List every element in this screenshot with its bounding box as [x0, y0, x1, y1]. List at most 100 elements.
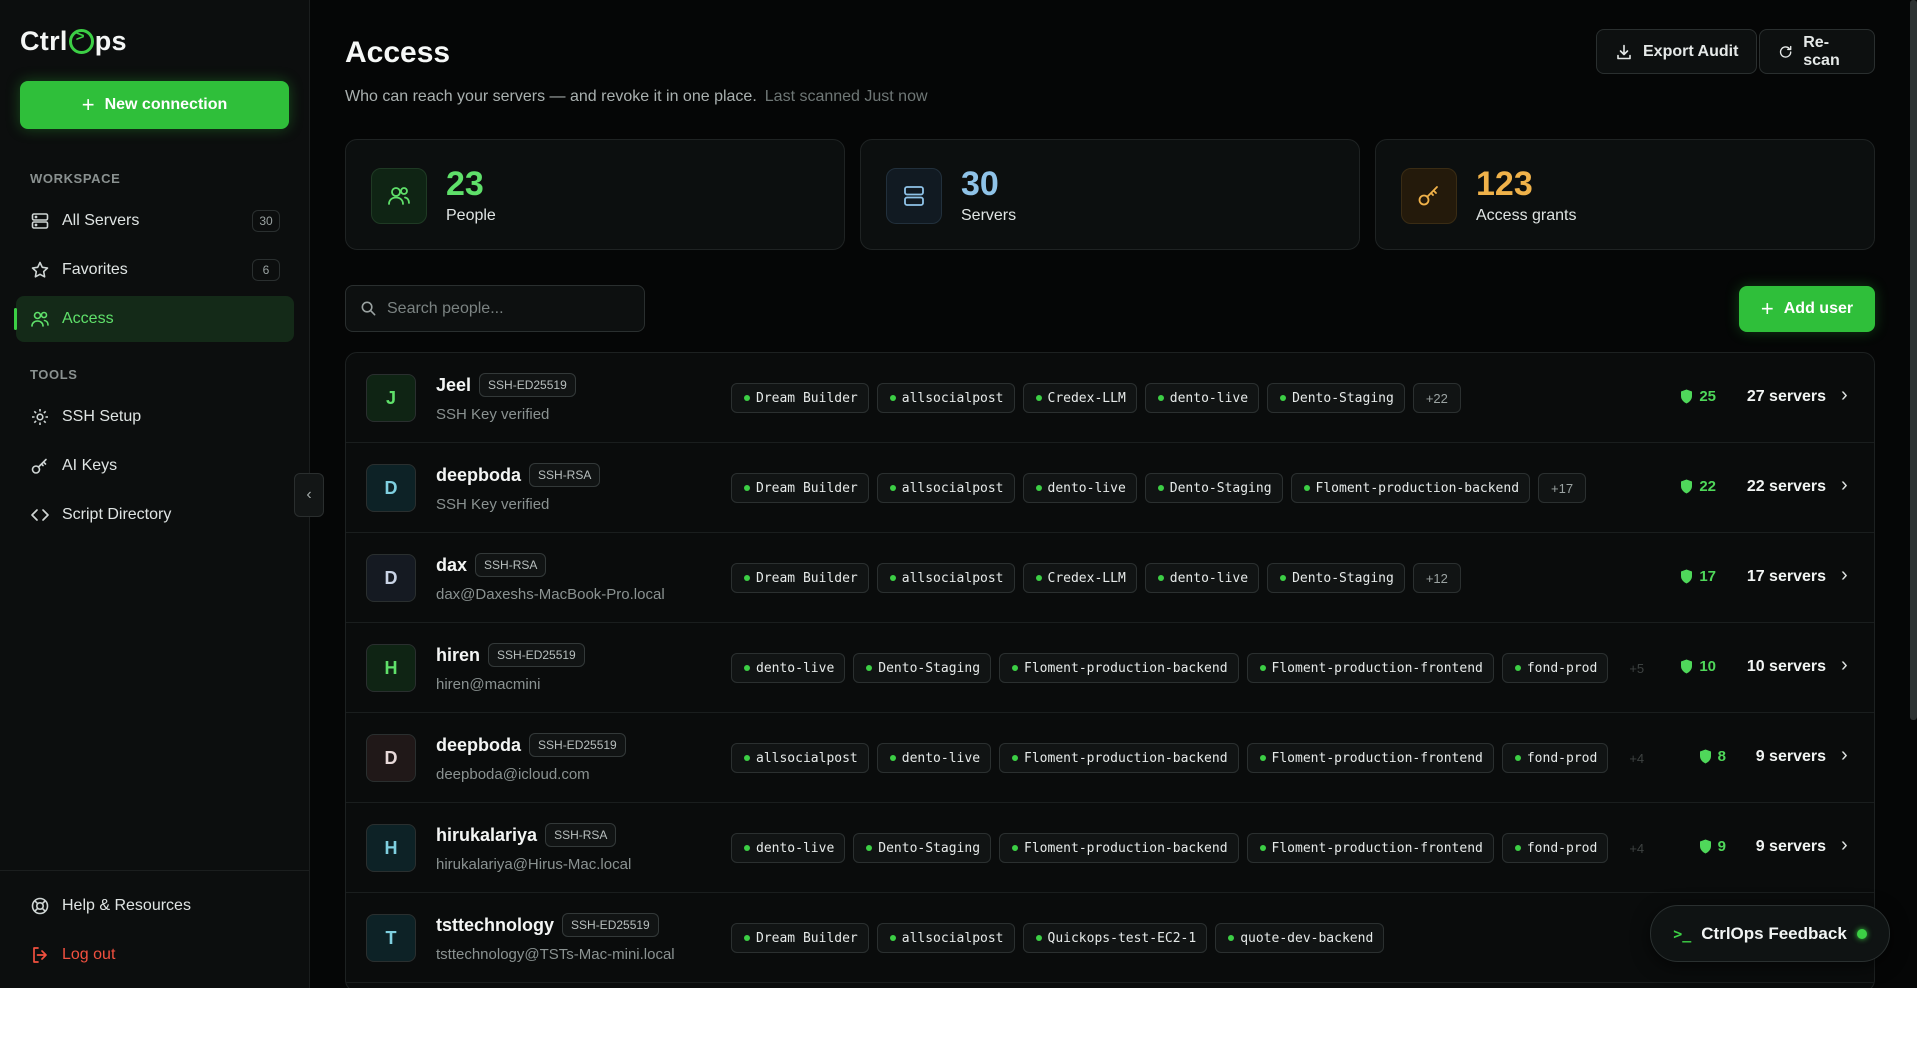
feedback-button[interactable]: >_ CtrlOps Feedback [1650, 905, 1890, 962]
server-tag[interactable]: dento-live [731, 833, 846, 863]
person-subtitle: SSH Key verified [436, 496, 550, 513]
server-tag[interactable]: dento-live [876, 743, 992, 773]
key-type-badge: SSH-RSA [475, 553, 547, 577]
server-tag[interactable]: allsocialpost [876, 473, 1015, 503]
download-icon [1617, 44, 1631, 59]
server-tag[interactable]: Dento-Staging [1267, 563, 1405, 593]
sidebar-item-all-servers[interactable]: All Servers 30 [16, 198, 294, 244]
person-row[interactable]: Ttsttechnology SSH-ED25519 tsttechnology@T… [346, 893, 1874, 983]
search-input[interactable] [387, 299, 617, 318]
server-tag-label: Credex-LLM [1047, 570, 1126, 586]
person-row[interactable]: Ddeepboda SSH-RSA SSH Key verified Dream Bu… [346, 443, 1874, 533]
sidebar-item-help[interactable]: Help & Resources [16, 883, 294, 929]
person-subtitle: dax@Daxeshs-MacBook-Pro.local [436, 586, 665, 603]
status-dot-icon [1259, 845, 1266, 851]
key-icon [1401, 168, 1457, 224]
status-dot-icon [1035, 485, 1042, 491]
server-tag[interactable]: Credex-LLM [1022, 563, 1137, 593]
plus-icon: + [81, 92, 95, 117]
server-tag-label: Dento-Staging [1292, 390, 1394, 406]
server-tag[interactable]: dento-live [731, 653, 846, 683]
chevron-right-icon[interactable]: › [1841, 474, 1848, 497]
chevron-right-icon[interactable]: › [1841, 564, 1848, 587]
server-tag[interactable]: dento-live [1022, 473, 1137, 503]
server-tag[interactable]: Dream Builder [731, 383, 869, 413]
more-servers-badge[interactable]: +17 [1538, 473, 1587, 503]
server-tag[interactable]: Floment-production-backend [999, 743, 1239, 773]
server-tag[interactable]: Floment-production-frontend [1246, 833, 1494, 863]
search-box[interactable] [345, 285, 645, 332]
collapse-sidebar-button[interactable]: ‹ [294, 473, 324, 517]
server-tag[interactable]: fond-prod [1501, 743, 1609, 773]
server-tag[interactable]: allsocialpost [876, 383, 1015, 413]
more-servers-badge[interactable]: +22 [1412, 383, 1461, 413]
sidebar-item-script-directory[interactable]: Script Directory [16, 492, 294, 538]
sidebar-item-ssh-setup[interactable]: SSH Setup [16, 394, 294, 440]
server-tag[interactable]: Dream Builder [731, 923, 869, 953]
logout-button[interactable]: Log out [16, 932, 294, 978]
server-tag[interactable]: dento-live [1144, 563, 1260, 593]
rescan-label: Re-scan [1803, 33, 1840, 69]
server-tag-label: Dento-Staging [1169, 480, 1272, 496]
export-audit-button[interactable]: Export Audit [1596, 29, 1758, 74]
refresh-icon [1779, 45, 1792, 58]
server-tag[interactable]: allsocialpost [876, 563, 1015, 593]
more-servers-badge[interactable]: +4 [1616, 743, 1657, 773]
server-tag[interactable]: fond-prod [1501, 833, 1609, 863]
chevron-right-icon[interactable]: › [1841, 834, 1848, 857]
page-scrollbar[interactable] [1910, 0, 1917, 720]
person-row[interactable]: J Jeel SSH-ED25519 SSH Key verified Dream Bu… [346, 353, 1874, 443]
ctrlops-logo[interactable]: Ctrlps [20, 26, 127, 57]
server-tag[interactable]: dento-live [1144, 383, 1260, 413]
status-dot-icon [1035, 395, 1042, 401]
person-row[interactable]: Ddeepboda SSH-ED25519 deepboda@icloud.com a… [346, 713, 1874, 803]
server-tag-label: Dream Builder [756, 480, 858, 496]
more-servers-badge[interactable]: +5 [1616, 653, 1657, 683]
more-servers-badge[interactable]: +4 [1616, 833, 1657, 863]
server-tag[interactable]: allsocialpost [876, 923, 1015, 953]
shield-icon [1681, 479, 1693, 494]
person-subtitle: hirukalariya@Hirus-Mac.local [436, 856, 632, 873]
status-dot-icon [866, 665, 873, 671]
more-servers-badge[interactable]: +12 [1412, 563, 1461, 593]
grant-count: 9 [1699, 838, 1726, 855]
sidebar-item-favorites[interactable]: Favorites 6 [16, 247, 294, 293]
status-dot-icon [744, 665, 750, 671]
add-user-button[interactable]: + Add user [1739, 286, 1875, 332]
person-row[interactable]: Ddax SSH-RSA dax@Daxeshs-MacBook-Pro.local… [346, 533, 1874, 623]
server-tag[interactable]: allsocialpost [731, 743, 869, 773]
sidebar: Ctrlps + New connection WORKSPACE All Se… [0, 0, 310, 988]
server-tag[interactable]: Floment-production-backend [999, 833, 1239, 863]
server-tag[interactable]: Floment-production-frontend [1246, 653, 1494, 683]
chevron-right-icon[interactable]: › [1841, 384, 1848, 407]
new-connection-button[interactable]: + New connection [20, 81, 289, 129]
server-tag[interactable]: quote-dev-backend [1215, 923, 1385, 953]
chevron-right-icon[interactable]: › [1841, 654, 1848, 677]
server-tag[interactable]: Floment-production-backend [1290, 473, 1531, 503]
server-tag[interactable]: Credex-LLM [1022, 383, 1137, 413]
server-tag[interactable]: fond-prod [1501, 653, 1609, 683]
server-tag[interactable]: Dento-Staging [853, 833, 992, 863]
sidebar-item-ai-keys[interactable]: AI Keys [16, 443, 294, 489]
server-tags: Dream Builder allsocialpost Credex-LLM dent… [731, 563, 1461, 593]
server-tag[interactable]: Floment-production-backend [999, 653, 1239, 683]
users-icon [30, 309, 50, 329]
server-tag[interactable]: Quickops-test-EC2-1 [1022, 923, 1208, 953]
workspace-section-label: WORKSPACE [30, 171, 121, 186]
server-tag[interactable]: Dento-Staging [1267, 383, 1405, 413]
server-tag[interactable]: Floment-production-frontend [1246, 743, 1494, 773]
server-tag[interactable]: Dento-Staging [853, 653, 992, 683]
chevron-right-icon[interactable]: › [1841, 744, 1848, 767]
status-dot-icon [889, 575, 896, 581]
sidebar-item-access[interactable]: Access [14, 296, 294, 342]
person-name-text: deepboda [436, 735, 522, 755]
server-tag[interactable]: Dento-Staging [1144, 473, 1283, 503]
person-row[interactable]: Hhirukalariya SSH-RSA hirukalariya@Hirus-M… [346, 803, 1874, 893]
status-dot-icon [1259, 755, 1266, 761]
server-tag[interactable]: Dream Builder [731, 563, 869, 593]
rescan-button[interactable]: Re-scan [1759, 29, 1875, 74]
server-tag[interactable]: Dream Builder [731, 473, 869, 503]
person-row[interactable]: Hhiren SSH-ED25519 hiren@macmini dento-live… [346, 623, 1874, 713]
grant-count: 17 [1680, 568, 1716, 585]
grant-count-value: 10 [1699, 658, 1716, 675]
